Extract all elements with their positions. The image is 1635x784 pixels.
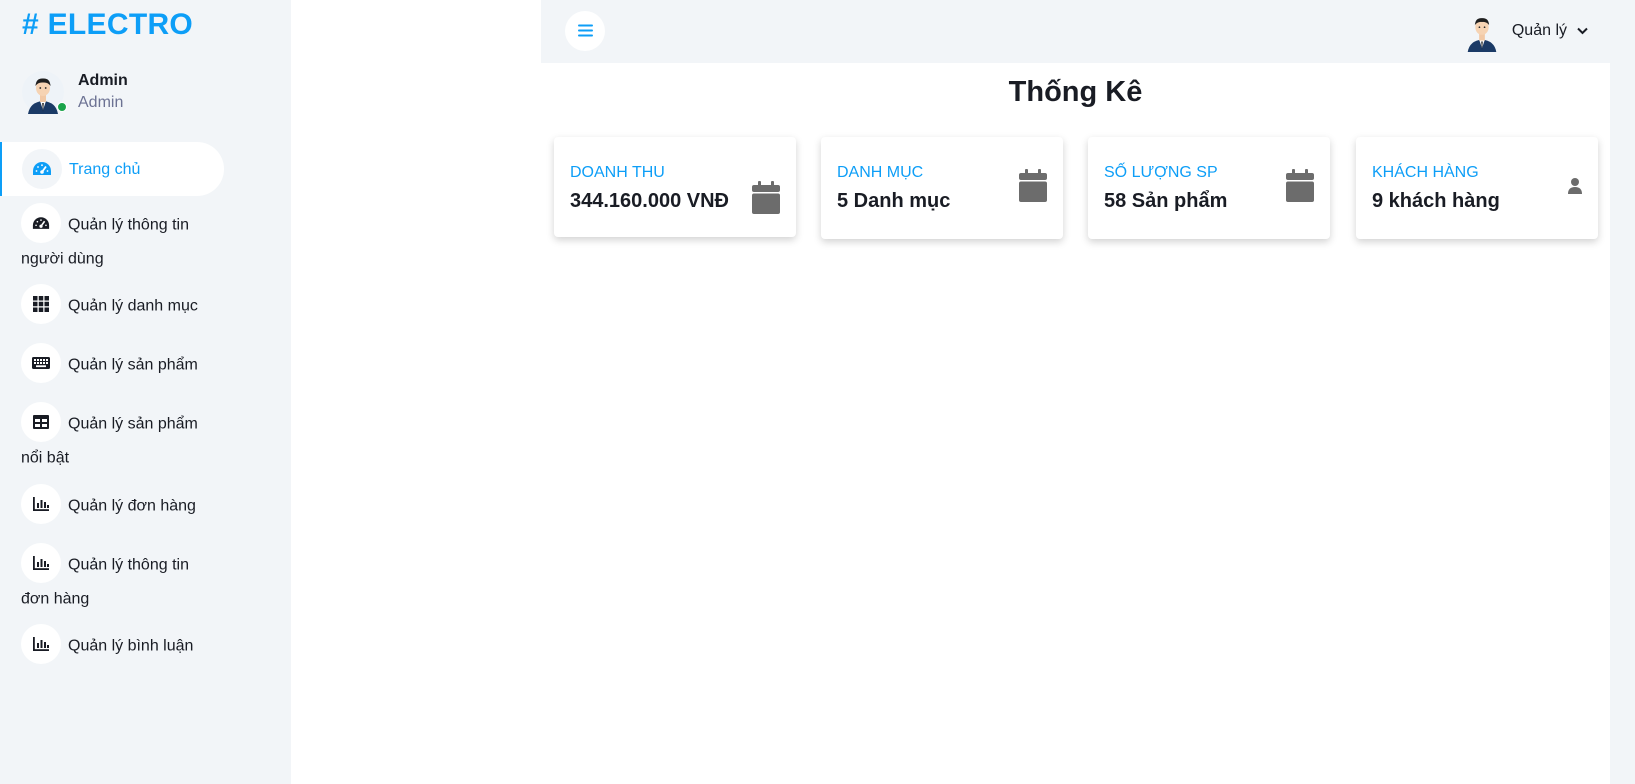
bar-chart-icon: [21, 542, 61, 583]
avatar: [22, 70, 67, 114]
sidebar-toggle-button[interactable]: [565, 11, 605, 51]
sidebar-item-home[interactable]: Trang chủ: [0, 142, 224, 196]
stat-card-revenue: DOANH THU 344.160.000 VNĐ: [554, 137, 796, 237]
chevron-down-icon: [1577, 22, 1588, 40]
stat-card-value: 5 Danh mục: [837, 190, 951, 212]
keyboard-icon: [21, 343, 61, 384]
sidebar-item-users[interactable]: Quản lý thông tin người dùng: [0, 203, 210, 274]
stat-card-label: DANH MỤC: [837, 164, 924, 181]
sidebar-item-label: Quản lý danh mục: [68, 297, 198, 315]
profile-role: Admin: [78, 94, 124, 111]
calendar-icon: [1019, 169, 1047, 207]
user-menu-label: Quản lý: [1511, 22, 1567, 39]
avatar: [1462, 10, 1502, 52]
user-icon: [1568, 178, 1582, 199]
page-title: Thống Kê: [1008, 76, 1143, 108]
user-menu-dropdown[interactable]: Quản lý: [1462, 10, 1588, 52]
sidebar: # ELECTRO Admin Admin Trang chủ Quản lý …: [0, 0, 291, 784]
topbar: Quản lý: [541, 0, 1610, 63]
stat-card-value: 58 Sản phẩm: [1104, 190, 1228, 212]
bar-chart-icon: [21, 483, 61, 524]
sidebar-nav: Trang chủ Quản lý thông tin người dùng Q…: [0, 142, 291, 664]
stat-card-customers: KHÁCH HÀNG 9 khách hàng: [1356, 137, 1598, 239]
stat-card-label: DOANH THU: [570, 164, 665, 181]
profile-name: Admin: [78, 72, 128, 89]
sidebar-item-label: Quản lý đơn hàng: [68, 497, 196, 515]
sidebar-item-categories[interactable]: Quản lý danh mục: [0, 284, 291, 325]
stat-card-label: KHÁCH HÀNG: [1372, 164, 1479, 181]
sidebar-item-label: Quản lý bình luận: [68, 637, 194, 655]
sidebar-item-order-details[interactable]: Quản lý thông tin đơn hàng: [0, 542, 210, 614]
bar-chart-icon: [21, 623, 61, 664]
stat-card-value: 9 khách hàng: [1372, 190, 1500, 212]
stat-card-products: SỐ LƯỢNG SP 58 Sản phẩm: [1088, 137, 1330, 239]
calendar-icon: [1286, 169, 1314, 207]
stat-card-categories: DANH MỤC 5 Danh mục: [821, 137, 1063, 239]
online-status-dot: [57, 102, 67, 112]
sidebar-item-products[interactable]: Quản lý sản phẩm: [0, 343, 291, 384]
calendar-icon: [752, 181, 780, 219]
sidebar-item-label: Quản lý sản phẩm: [68, 356, 198, 374]
user-profile: Admin Admin: [22, 70, 128, 114]
speedometer-icon: [22, 149, 62, 189]
page-right-edge: [1610, 0, 1635, 784]
sidebar-item-orders[interactable]: Quản lý đơn hàng: [0, 483, 291, 524]
speedometer-icon: [21, 203, 61, 243]
sidebar-item-featured-products[interactable]: Quản lý sản phẩm nổi bật: [0, 402, 210, 473]
sidebar-item-label: Trang chủ: [69, 160, 141, 178]
hamburger-icon: [577, 20, 593, 43]
stat-card-label: SỐ LƯỢNG SP: [1104, 164, 1218, 181]
stat-card-value: 344.160.000 VNĐ: [570, 190, 730, 212]
sidebar-item-comments[interactable]: Quản lý bình luận: [0, 623, 291, 664]
table-icon: [21, 402, 61, 443]
grid-icon: [21, 284, 61, 325]
brand-logo[interactable]: # ELECTRO: [22, 8, 193, 42]
